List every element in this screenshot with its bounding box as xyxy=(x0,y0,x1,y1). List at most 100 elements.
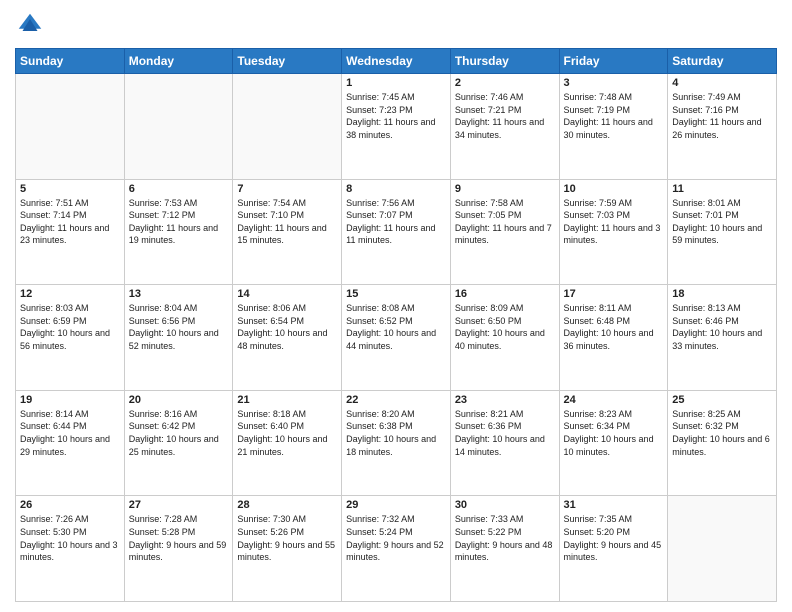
table-row: 11Sunrise: 8:01 AM Sunset: 7:01 PM Dayli… xyxy=(668,179,777,285)
day-info: Sunrise: 8:13 AM Sunset: 6:46 PM Dayligh… xyxy=(672,302,772,352)
table-row: 10Sunrise: 7:59 AM Sunset: 7:03 PM Dayli… xyxy=(559,179,668,285)
calendar-week-row: 26Sunrise: 7:26 AM Sunset: 5:30 PM Dayli… xyxy=(16,496,777,602)
day-number: 10 xyxy=(564,183,664,195)
col-sunday: Sunday xyxy=(16,49,125,74)
day-info: Sunrise: 7:51 AM Sunset: 7:14 PM Dayligh… xyxy=(20,197,120,247)
day-info: Sunrise: 7:58 AM Sunset: 7:05 PM Dayligh… xyxy=(455,197,555,247)
day-number: 3 xyxy=(564,77,664,89)
table-row: 31Sunrise: 7:35 AM Sunset: 5:20 PM Dayli… xyxy=(559,496,668,602)
day-number: 22 xyxy=(346,394,446,406)
day-info: Sunrise: 7:30 AM Sunset: 5:26 PM Dayligh… xyxy=(237,513,337,563)
table-row: 28 Sunrise: 7:30 AM Sunset: 5:26 PM Dayli… xyxy=(233,496,342,602)
day-info: Sunrise: 7:26 AM Sunset: 5:30 PM Dayligh… xyxy=(20,513,120,563)
day-info: Sunrise: 7:49 AM Sunset: 7:16 PM Dayligh… xyxy=(672,91,772,141)
day-number: 15 xyxy=(346,288,446,300)
calendar-table: Sunday Monday Tuesday Wednesday Thursday… xyxy=(15,48,777,602)
day-number: 4 xyxy=(672,77,772,89)
day-info: Sunrise: 8:11 AM Sunset: 6:48 PM Dayligh… xyxy=(564,302,664,352)
table-row: 22 Sunrise: 8:20 AM Sunset: 6:38 PM Dayli… xyxy=(342,390,451,496)
calendar-week-row: 19 Sunrise: 8:14 AM Sunset: 6:44 PM Dayli… xyxy=(16,390,777,496)
page: Sunday Monday Tuesday Wednesday Thursday… xyxy=(0,0,792,612)
table-row xyxy=(16,74,125,180)
col-wednesday: Wednesday xyxy=(342,49,451,74)
day-info: Sunrise: 7:32 AM Sunset: 5:24 PM Dayligh… xyxy=(346,513,446,563)
day-number: 25 xyxy=(672,394,772,406)
day-number: 23 xyxy=(455,394,555,406)
table-row: 24 Sunrise: 8:23 AM Sunset: 6:34 PM Dayli… xyxy=(559,390,668,496)
table-row: 30Sunrise: 7:33 AM Sunset: 5:22 PM Dayli… xyxy=(450,496,559,602)
day-info: Sunrise: 8:18 AM Sunset: 6:40 PM Dayligh… xyxy=(237,408,337,458)
day-number: 8 xyxy=(346,183,446,195)
day-info: Sunrise: 8:16 AM Sunset: 6:42 PM Dayligh… xyxy=(129,408,229,458)
day-info: Sunrise: 8:08 AM Sunset: 6:52 PM Dayligh… xyxy=(346,302,446,352)
table-row: 1 Sunrise: 7:45 AM Sunset: 7:23 PM Daylig… xyxy=(342,74,451,180)
day-info: Sunrise: 7:53 AM Sunset: 7:12 PM Dayligh… xyxy=(129,197,229,247)
table-row: 21 Sunrise: 8:18 AM Sunset: 6:40 PM Dayli… xyxy=(233,390,342,496)
col-monday: Monday xyxy=(124,49,233,74)
day-number: 24 xyxy=(564,394,664,406)
day-info: Sunrise: 8:14 AM Sunset: 6:44 PM Dayligh… xyxy=(20,408,120,458)
day-number: 2 xyxy=(455,77,555,89)
logo-icon xyxy=(15,10,45,40)
day-info: Sunrise: 8:23 AM Sunset: 6:34 PM Dayligh… xyxy=(564,408,664,458)
day-info: Sunrise: 8:25 AM Sunset: 6:32 PM Dayligh… xyxy=(672,408,772,458)
day-info: Sunrise: 7:35 AM Sunset: 5:20 PM Dayligh… xyxy=(564,513,664,563)
day-number: 5 xyxy=(20,183,120,195)
day-info: Sunrise: 7:28 AM Sunset: 5:28 PM Dayligh… xyxy=(129,513,229,563)
calendar-week-row: 5 Sunrise: 7:51 AM Sunset: 7:14 PM Daylig… xyxy=(16,179,777,285)
table-row: 19 Sunrise: 8:14 AM Sunset: 6:44 PM Dayli… xyxy=(16,390,125,496)
table-row: 12 Sunrise: 8:03 AM Sunset: 6:59 PM Dayli… xyxy=(16,285,125,391)
calendar-week-row: 12 Sunrise: 8:03 AM Sunset: 6:59 PM Dayli… xyxy=(16,285,777,391)
day-number: 9 xyxy=(455,183,555,195)
header xyxy=(15,10,777,40)
table-row: 8 Sunrise: 7:56 AM Sunset: 7:07 PM Daylig… xyxy=(342,179,451,285)
table-row: 4 Sunrise: 7:49 AM Sunset: 7:16 PM Daylig… xyxy=(668,74,777,180)
col-friday: Friday xyxy=(559,49,668,74)
col-tuesday: Tuesday xyxy=(233,49,342,74)
day-number: 1 xyxy=(346,77,446,89)
day-number: 6 xyxy=(129,183,229,195)
col-thursday: Thursday xyxy=(450,49,559,74)
day-info: Sunrise: 8:06 AM Sunset: 6:54 PM Dayligh… xyxy=(237,302,337,352)
table-row: 29 Sunrise: 7:32 AM Sunset: 5:24 PM Dayli… xyxy=(342,496,451,602)
day-number: 19 xyxy=(20,394,120,406)
table-row: 2Sunrise: 7:46 AM Sunset: 7:21 PM Daylig… xyxy=(450,74,559,180)
table-row xyxy=(668,496,777,602)
table-row: 14Sunrise: 8:06 AM Sunset: 6:54 PM Dayli… xyxy=(233,285,342,391)
day-info: Sunrise: 7:45 AM Sunset: 7:23 PM Dayligh… xyxy=(346,91,446,141)
day-info: Sunrise: 8:01 AM Sunset: 7:01 PM Dayligh… xyxy=(672,197,772,247)
table-row: 9 Sunrise: 7:58 AM Sunset: 7:05 PM Daylig… xyxy=(450,179,559,285)
day-number: 7 xyxy=(237,183,337,195)
day-info: Sunrise: 7:56 AM Sunset: 7:07 PM Dayligh… xyxy=(346,197,446,247)
day-number: 18 xyxy=(672,288,772,300)
day-number: 30 xyxy=(455,499,555,511)
table-row: 20 Sunrise: 8:16 AM Sunset: 6:42 PM Dayli… xyxy=(124,390,233,496)
table-row: 26Sunrise: 7:26 AM Sunset: 5:30 PM Dayli… xyxy=(16,496,125,602)
table-row: 16 Sunrise: 8:09 AM Sunset: 6:50 PM Dayli… xyxy=(450,285,559,391)
calendar-header-row: Sunday Monday Tuesday Wednesday Thursday… xyxy=(16,49,777,74)
logo xyxy=(15,10,49,40)
day-info: Sunrise: 8:04 AM Sunset: 6:56 PM Dayligh… xyxy=(129,302,229,352)
table-row: 6 Sunrise: 7:53 AM Sunset: 7:12 PM Daylig… xyxy=(124,179,233,285)
day-number: 17 xyxy=(564,288,664,300)
day-number: 21 xyxy=(237,394,337,406)
day-number: 16 xyxy=(455,288,555,300)
table-row: 17 Sunrise: 8:11 AM Sunset: 6:48 PM Dayli… xyxy=(559,285,668,391)
table-row: 27 Sunrise: 7:28 AM Sunset: 5:28 PM Dayli… xyxy=(124,496,233,602)
day-number: 28 xyxy=(237,499,337,511)
day-info: Sunrise: 8:20 AM Sunset: 6:38 PM Dayligh… xyxy=(346,408,446,458)
table-row: 15 Sunrise: 8:08 AM Sunset: 6:52 PM Dayli… xyxy=(342,285,451,391)
table-row: 25 Sunrise: 8:25 AM Sunset: 6:32 PM Dayli… xyxy=(668,390,777,496)
day-number: 20 xyxy=(129,394,229,406)
day-info: Sunrise: 8:03 AM Sunset: 6:59 PM Dayligh… xyxy=(20,302,120,352)
table-row: 13Sunrise: 8:04 AM Sunset: 6:56 PM Dayli… xyxy=(124,285,233,391)
col-saturday: Saturday xyxy=(668,49,777,74)
table-row xyxy=(233,74,342,180)
day-info: Sunrise: 8:09 AM Sunset: 6:50 PM Dayligh… xyxy=(455,302,555,352)
day-info: Sunrise: 8:21 AM Sunset: 6:36 PM Dayligh… xyxy=(455,408,555,458)
day-number: 27 xyxy=(129,499,229,511)
table-row: 7Sunrise: 7:54 AM Sunset: 7:10 PM Daylig… xyxy=(233,179,342,285)
day-number: 29 xyxy=(346,499,446,511)
table-row xyxy=(124,74,233,180)
day-number: 12 xyxy=(20,288,120,300)
